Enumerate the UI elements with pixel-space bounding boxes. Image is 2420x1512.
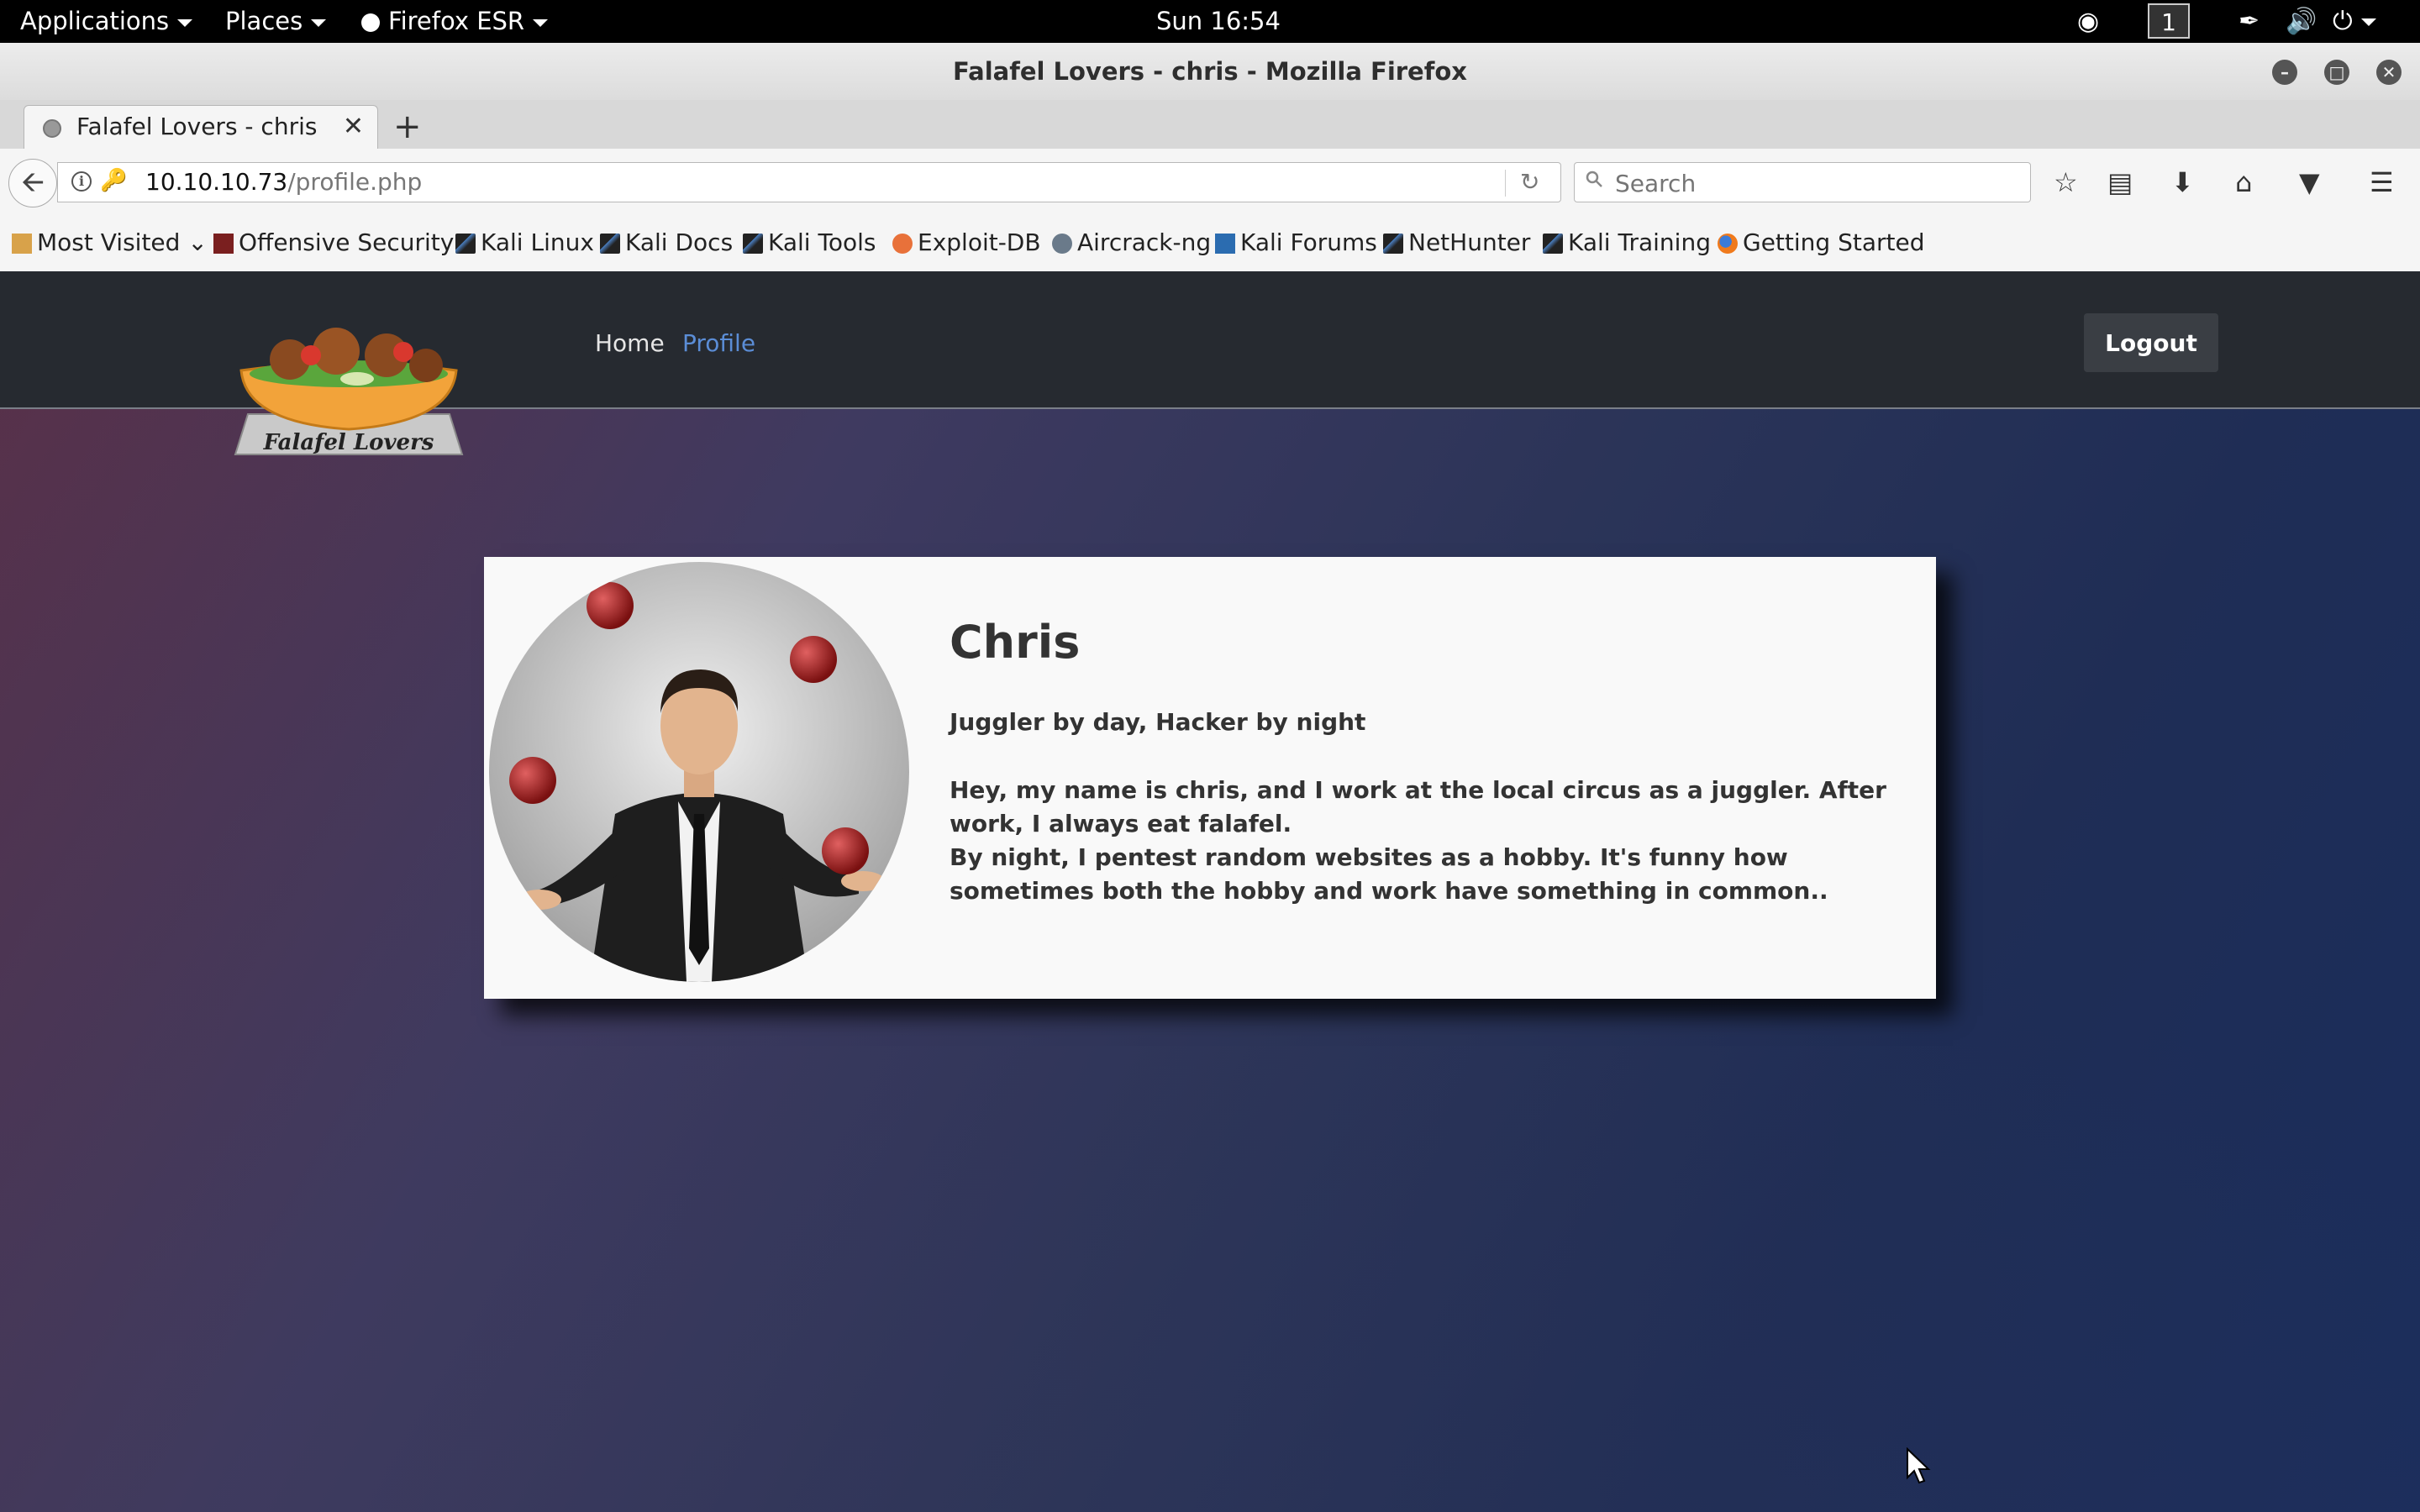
offsec-icon <box>213 234 234 254</box>
globe-icon <box>43 119 61 138</box>
bookmark-label: Kali Forums <box>1240 228 1377 256</box>
bookmark-label: Kali Docs <box>625 228 734 256</box>
close-window-icon[interactable]: ✕ <box>2376 60 2402 85</box>
power-icon[interactable]: ⏻ <box>2333 0 2376 43</box>
kali-dragon-icon <box>1543 234 1563 254</box>
chevron-down-icon <box>2360 18 2376 26</box>
home-icon[interactable]: ⌂ <box>2235 165 2252 199</box>
kali-dragon-icon <box>1383 234 1403 254</box>
bookmark-label: Offensive Security <box>239 228 455 256</box>
bookmark-offensive-security[interactable]: Offensive Security <box>213 216 454 270</box>
firefox-icon <box>1718 234 1738 254</box>
bookmark-label: Kali Training <box>1568 228 1711 256</box>
chevron-down-icon <box>311 18 327 27</box>
workspace-indicator[interactable]: 1 <box>2148 3 2190 39</box>
bookmark-most-visited[interactable]: Most Visited ⌄ <box>12 216 208 270</box>
profile-tagline: Juggler by day, Hacker by night <box>950 708 1366 736</box>
bookmark-nethunter[interactable]: NetHunter <box>1383 216 1530 270</box>
bookmark-label: Getting Started <box>1743 228 1925 256</box>
tab-label: Falafel Lovers - chris <box>76 113 318 140</box>
firefox-app-icon <box>361 13 380 32</box>
folder-icon <box>12 234 32 254</box>
bookmark-exploit-db[interactable]: Exploit-DB <box>892 216 1041 270</box>
bookmark-kali-tools[interactable]: Kali Tools <box>743 216 876 270</box>
kali-forums-icon <box>1215 234 1235 254</box>
search-bar[interactable] <box>1574 162 2031 202</box>
reading-list-icon[interactable]: ▤ <box>2107 165 2133 199</box>
search-icon <box>1586 171 1602 187</box>
back-arrow-icon[interactable]: 🡨 <box>8 159 57 207</box>
page-viewport: Home Profile Logout Falafel Lovers Chris… <box>0 271 2420 1512</box>
system-top-bar: Applications Places Firefox ESR Sun 16:5… <box>0 0 2420 43</box>
reload-icon[interactable]: ↻ <box>1520 163 1539 202</box>
bookmark-kali-training[interactable]: Kali Training <box>1543 216 1711 270</box>
new-tab-icon[interactable]: + <box>393 102 422 151</box>
kali-dragon-icon <box>743 234 763 254</box>
search-input[interactable] <box>1613 166 2020 200</box>
close-icon[interactable]: ✕ <box>343 106 364 148</box>
nav-home-link[interactable]: Home <box>595 327 665 360</box>
window-titlebar: Falafel Lovers - chris - Mozilla Firefox… <box>0 43 2420 100</box>
profile-bio: Hey, my name is chris, and I work at the… <box>950 774 1916 908</box>
minimize-icon[interactable]: – <box>2272 60 2297 85</box>
places-menu[interactable]: Places <box>225 0 327 43</box>
bookmarks-toolbar: Most Visited ⌄ Offensive Security Kali L… <box>0 216 2420 272</box>
bio-line: By night, I pentest random websites as a… <box>950 843 1828 905</box>
bookmark-kali-linux[interactable]: Kali Linux <box>455 216 594 270</box>
url-bar[interactable]: i 🔑 10.10.10.73/profile.php ↻ <box>57 162 1561 202</box>
chevron-down-icon <box>533 18 549 27</box>
pen-icon[interactable]: ✒ <box>2238 0 2260 43</box>
firefox-app-label: Firefox ESR <box>388 7 525 35</box>
url-host: 10.10.10.73 <box>145 168 288 196</box>
info-icon[interactable]: i <box>71 171 92 192</box>
bookmark-getting-started[interactable]: Getting Started <box>1718 216 1924 270</box>
url-path: /profile.php <box>287 168 423 196</box>
mouse-cursor-icon <box>1907 1447 1931 1484</box>
chevron-down-icon <box>177 18 193 27</box>
tab-strip: Falafel Lovers - chris ✕ <box>0 100 2420 150</box>
logout-button[interactable]: Logout <box>2084 313 2218 372</box>
profile-card: Chris Juggler by day, Hacker by night He… <box>484 557 1936 999</box>
bookmark-label: Most Visited <box>37 228 181 256</box>
logo-text: Falafel Lovers <box>263 430 434 455</box>
bookmark-label: Aircrack-ng <box>1077 228 1212 256</box>
download-icon[interactable]: ⬇ <box>2171 165 2194 199</box>
applications-label: Applications <box>20 7 170 35</box>
bookmark-star-icon[interactable]: ☆ <box>2054 165 2078 199</box>
bookmark-label: Kali Tools <box>768 228 876 256</box>
pocket-icon[interactable]: ▼ <box>2299 165 2320 199</box>
kali-dragon-icon <box>455 234 476 254</box>
tab-falafel-lovers[interactable]: Falafel Lovers - chris ✕ <box>24 105 378 150</box>
applications-menu[interactable]: Applications <box>20 0 193 43</box>
window-title: Falafel Lovers - chris - Mozilla Firefox <box>953 57 1467 86</box>
url-text[interactable]: 10.10.10.73/profile.php <box>145 163 422 202</box>
maximize-icon[interactable]: □ <box>2324 60 2349 85</box>
nav-profile-link[interactable]: Profile <box>682 327 755 360</box>
falafel-lovers-logo[interactable]: Falafel Lovers <box>231 322 466 456</box>
bookmark-label: Exploit-DB <box>918 228 1041 256</box>
bio-line: Hey, my name is chris, and I work at the… <box>950 776 1886 837</box>
volume-icon[interactable]: 🔊 <box>2286 0 2317 43</box>
bookmark-label: Kali Linux <box>481 228 594 256</box>
video-camera-icon[interactable]: ◉ <box>2077 0 2099 43</box>
url-divider <box>1505 170 1506 197</box>
key-icon[interactable]: 🔑 <box>100 168 127 193</box>
aircrack-icon <box>1052 234 1072 254</box>
bookmark-kali-docs[interactable]: Kali Docs <box>600 216 733 270</box>
bookmark-aircrack-ng[interactable]: Aircrack-ng <box>1052 216 1211 270</box>
kali-dragon-icon <box>600 234 620 254</box>
bookmark-kali-forums[interactable]: Kali Forums <box>1215 216 1377 270</box>
bookmark-label: NetHunter <box>1408 228 1531 256</box>
firefox-app-menu[interactable]: Firefox ESR <box>361 0 549 43</box>
places-label: Places <box>225 7 303 35</box>
profile-name: Chris <box>950 616 1081 669</box>
profile-avatar <box>489 562 909 982</box>
navigation-toolbar: 🡨 i 🔑 10.10.10.73/profile.php ↻ ☆ ▤ ⬇ ⌂ … <box>0 149 2420 216</box>
hamburger-menu-icon[interactable]: ☰ <box>2370 165 2394 199</box>
clock[interactable]: Sun 16:54 <box>1156 0 1281 43</box>
exploit-db-icon <box>892 234 913 254</box>
